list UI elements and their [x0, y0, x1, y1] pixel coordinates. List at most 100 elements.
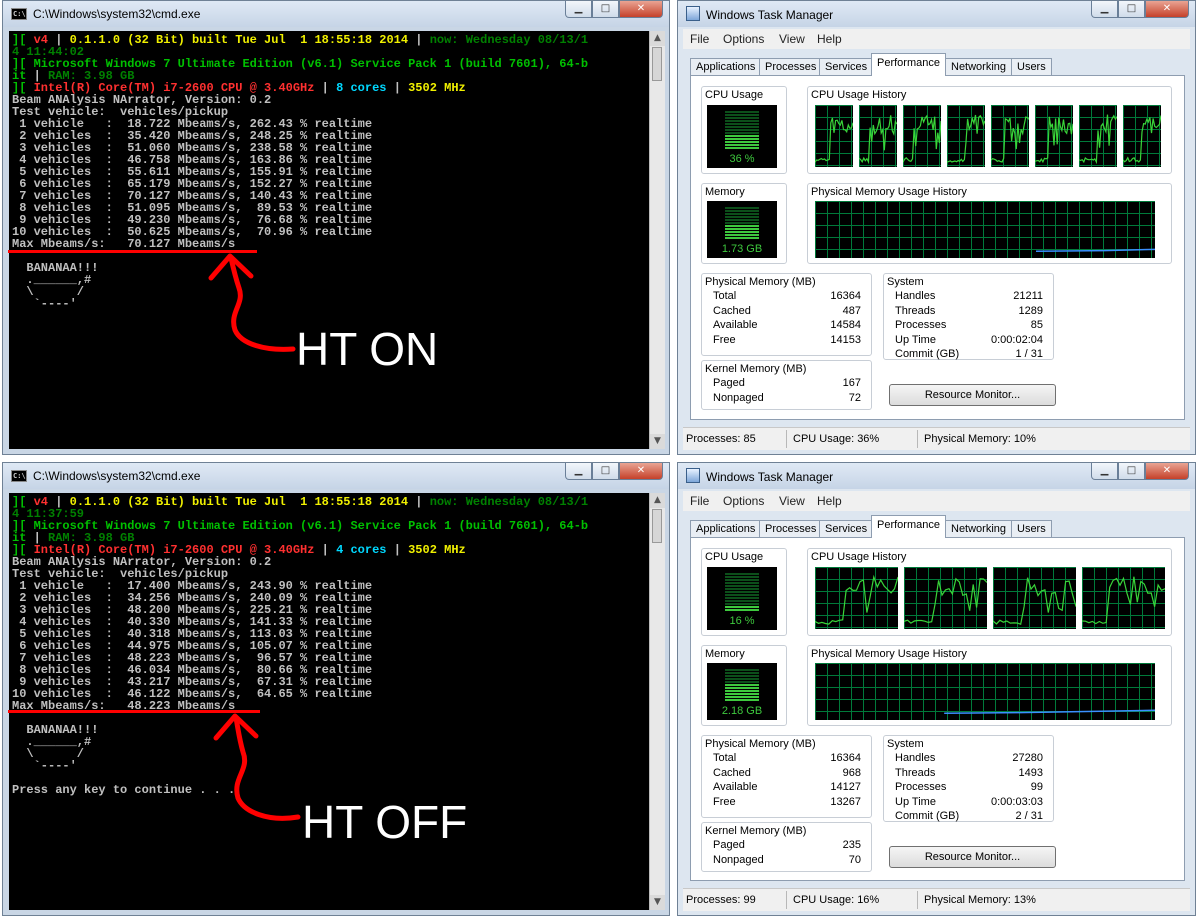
stat-value: 487	[842, 304, 861, 317]
meter-segment	[725, 672, 759, 674]
maximize-button[interactable]: □	[1118, 463, 1145, 480]
meter-segment	[725, 678, 759, 680]
minimize-button[interactable]: ▁	[565, 1, 592, 18]
window-controls: ▁ □ ✕	[565, 463, 663, 481]
tab-services[interactable]: Services	[819, 58, 874, 75]
cmd-window-ht-on[interactable]: C:\ C:\Windows\system32\cmd.exe ▁ □ ✕ ][…	[2, 0, 670, 455]
task-manager-window-ht-on[interactable]: Windows Task Manager ▁ □ ✕ File Options …	[677, 0, 1196, 455]
tab-processes[interactable]: Processes	[759, 520, 823, 537]
title-bar[interactable]: C:\ C:\Windows\system32\cmd.exe ▁ □ ✕	[3, 1, 669, 27]
console-text: |	[314, 81, 337, 95]
menu-bar: File Options View Help	[683, 491, 1190, 511]
scroll-up-arrow-icon[interactable]: ▲	[650, 493, 665, 508]
stat-value: 1493	[1018, 766, 1043, 779]
scroll-thumb[interactable]	[652, 509, 662, 543]
tab-processes[interactable]: Processes	[759, 58, 823, 75]
window-controls: ▁ □ ✕	[1091, 1, 1189, 19]
scroll-up-arrow-icon[interactable]: ▲	[650, 31, 665, 46]
stat-label: Threads	[895, 304, 936, 317]
stat-value: 167	[842, 377, 861, 389]
stat-label: Paged	[713, 839, 745, 851]
cpu-history-trace	[991, 116, 1029, 163]
tab-strip: Applications Processes Services Performa…	[690, 53, 1185, 76]
tab-users[interactable]: Users	[1011, 58, 1052, 75]
meter-segment	[725, 123, 759, 125]
stat-value: 14153	[830, 333, 861, 346]
tab-networking[interactable]: Networking	[945, 58, 1013, 75]
minimize-button[interactable]: ▁	[565, 463, 592, 480]
memory-meter: 1.73 GB	[707, 201, 777, 258]
close-button[interactable]: ✕	[619, 463, 663, 480]
console-output[interactable]: ][ v4 | 0.1.1.0 (32 Bit) built Tue Jul 1…	[9, 31, 650, 449]
maximize-button[interactable]: □	[592, 463, 619, 480]
stat-label: Threads	[895, 766, 936, 779]
scroll-down-arrow-icon[interactable]: ▼	[650, 434, 665, 449]
cpu-core-history-graph	[1082, 567, 1165, 629]
memory-history-trace	[1035, 248, 1155, 252]
resource-monitor-button[interactable]: Resource Monitor...	[889, 846, 1056, 868]
console-text: now: Wednesday 08/13/1	[429, 33, 589, 47]
menu-view[interactable]: View	[779, 32, 805, 46]
meter-segment	[725, 597, 759, 599]
cpu-core-history-graph	[904, 567, 987, 629]
stat-label: Cached	[713, 304, 751, 317]
meter-segment	[725, 696, 759, 698]
physical-memory-history-graph	[815, 201, 1155, 258]
tab-applications[interactable]: Applications	[690, 520, 762, 537]
tab-applications[interactable]: Applications	[690, 58, 762, 75]
resource-monitor-button[interactable]: Resource Monitor...	[889, 384, 1056, 406]
meter-segment	[725, 225, 759, 227]
meter-segment	[725, 144, 759, 146]
menu-help[interactable]: Help	[817, 32, 842, 46]
memory-title: Memory	[705, 648, 745, 660]
scroll-thumb[interactable]	[652, 47, 662, 81]
status-divider	[786, 430, 787, 448]
tab-services[interactable]: Services	[819, 520, 874, 537]
meter-segment	[725, 228, 759, 230]
meter-segment	[725, 234, 759, 236]
cpu-history-trace	[1035, 116, 1073, 164]
cpu-usage-history-title: CPU Usage History	[811, 551, 907, 563]
menu-options[interactable]: Options	[723, 32, 764, 46]
meter-segment	[725, 576, 759, 578]
menu-options[interactable]: Options	[723, 494, 764, 508]
meter-segment	[725, 591, 759, 593]
close-button[interactable]: ✕	[1145, 463, 1189, 480]
minimize-button[interactable]: ▁	[1091, 463, 1118, 480]
maximize-button[interactable]: □	[592, 1, 619, 18]
menu-bar: File Options View Help	[683, 29, 1190, 49]
stat-value: 13267	[830, 795, 861, 808]
close-button[interactable]: ✕	[1145, 1, 1189, 18]
title-bar[interactable]: Windows Task Manager ▁ □ ✕	[678, 463, 1195, 489]
cmd-icon: C:\	[11, 8, 27, 20]
vertical-scrollbar[interactable]: ▲ ▼	[649, 31, 665, 449]
performance-panel: CPU Usage 16 % CPU Usage History Memory …	[690, 537, 1185, 881]
tab-performance[interactable]: Performance	[871, 515, 946, 538]
close-button[interactable]: ✕	[619, 1, 663, 18]
group-title: System	[887, 738, 924, 750]
menu-view[interactable]: View	[779, 494, 805, 508]
status-physical-memory: Physical Memory: 13%	[924, 894, 1036, 906]
window-title: Windows Task Manager	[706, 470, 834, 484]
scroll-down-arrow-icon[interactable]: ▼	[650, 895, 665, 910]
meter-segment	[725, 138, 759, 140]
window-title: Windows Task Manager	[706, 8, 834, 22]
title-bar[interactable]: C:\ C:\Windows\system32\cmd.exe ▁ □ ✕	[3, 463, 669, 489]
status-bar: Processes: 99 CPU Usage: 16% Physical Me…	[683, 888, 1190, 911]
menu-file[interactable]: File	[690, 32, 709, 46]
menu-file[interactable]: File	[690, 494, 709, 508]
task-manager-window-ht-off[interactable]: Windows Task Manager ▁ □ ✕ File Options …	[677, 462, 1196, 916]
maximize-button[interactable]: □	[1118, 1, 1145, 18]
minimize-button[interactable]: ▁	[1091, 1, 1118, 18]
task-manager-icon	[686, 6, 700, 21]
tab-users[interactable]: Users	[1011, 520, 1052, 537]
memory-meter: 2.18 GB	[707, 663, 777, 720]
menu-help[interactable]: Help	[817, 494, 842, 508]
tab-networking[interactable]: Networking	[945, 520, 1013, 537]
vertical-scrollbar[interactable]: ▲ ▼	[649, 493, 665, 910]
title-bar[interactable]: Windows Task Manager ▁ □ ✕	[678, 1, 1195, 27]
tab-performance[interactable]: Performance	[871, 53, 946, 76]
cpu-core-history-graph	[1123, 105, 1161, 167]
kernel-memory-group: Kernel Memory (MB) Paged 167 Nonpaged 72	[701, 360, 872, 410]
stat-label: Paged	[713, 377, 745, 389]
